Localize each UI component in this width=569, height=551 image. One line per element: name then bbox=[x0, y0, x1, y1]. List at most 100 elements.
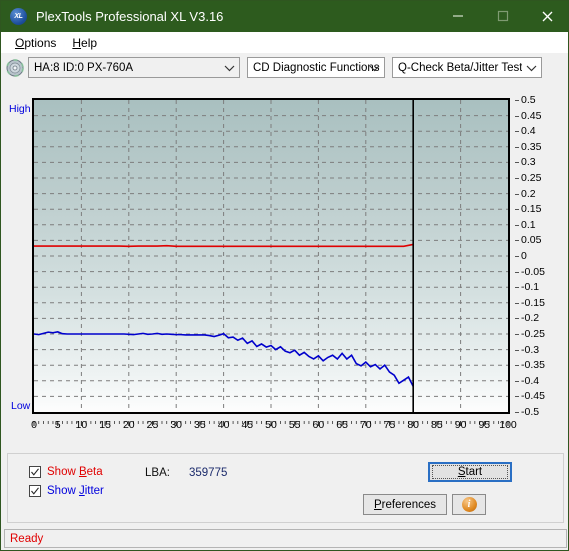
drive-select[interactable]: HA:8 ID:0 PX-760A bbox=[28, 57, 240, 78]
x-tick-label: 80 bbox=[407, 419, 420, 431]
y-tick-mark bbox=[515, 209, 519, 211]
start-button[interactable]: Start bbox=[428, 462, 512, 482]
y-tick-mark bbox=[515, 349, 519, 351]
y-tick-label: -0.5 bbox=[521, 406, 540, 418]
menu-item-options[interactable]: Options bbox=[7, 34, 64, 52]
x-tick-label: 5 bbox=[54, 419, 61, 431]
y-tick-label: 0.5 bbox=[521, 94, 536, 106]
y-tick-mark bbox=[515, 162, 519, 164]
y-tick-label: 0.2 bbox=[521, 187, 536, 200]
plot-area bbox=[32, 98, 510, 414]
controls-panel: Show Beta Show Jitter LBA: 359775 Start … bbox=[7, 453, 564, 523]
x-axis-labels: 0 5 10 15 20 25 30 35 40 45 50 55 60 65 70 75 80 85 90 95 10… bbox=[31, 419, 517, 435]
app-logo-icon: XL bbox=[10, 8, 27, 25]
preferences-button-label: Preferences bbox=[373, 498, 436, 511]
start-button-label: Start bbox=[432, 465, 508, 479]
y-tick-mark bbox=[515, 224, 519, 226]
x-tick-label: 40 bbox=[217, 419, 230, 431]
show-jitter-checkbox[interactable]: Show Jitter bbox=[29, 485, 104, 497]
info-button[interactable]: i bbox=[452, 494, 486, 515]
y-tick-mark bbox=[515, 412, 519, 413]
close-icon[interactable] bbox=[525, 1, 568, 31]
maximize-icon[interactable] bbox=[480, 1, 525, 31]
grid-lines bbox=[34, 100, 508, 412]
y-tick-mark bbox=[515, 365, 519, 367]
selector-toolbar: HA:8 ID:0 PX-760A CD Diagnostic Function… bbox=[1, 53, 568, 82]
x-tick-label: 50 bbox=[265, 419, 277, 431]
y-tick-label: 0.1 bbox=[521, 218, 536, 231]
y-tick-mark bbox=[515, 396, 519, 398]
axis-label-high: High bbox=[9, 103, 31, 115]
lba-value: 359775 bbox=[189, 467, 228, 479]
y-axis-labels: 0.5 0.45 0.4 0.35 0.3 0.25 0.2 0.15 0.1 0.05 0 -0.0… bbox=[515, 94, 563, 418]
show-beta-label: Show Beta bbox=[47, 466, 103, 478]
y-tick-mark bbox=[515, 100, 519, 101]
y-tick-mark bbox=[515, 178, 519, 179]
x-tick-label: 65 bbox=[336, 419, 348, 431]
y-tick-mark bbox=[515, 271, 519, 273]
y-tick-label: 0.15 bbox=[521, 203, 542, 216]
test-select[interactable]: Q-Check Beta/Jitter Test bbox=[392, 57, 542, 78]
menu-bar: Options Help bbox=[1, 32, 568, 53]
y-tick-label: 0.05 bbox=[521, 234, 542, 247]
menu-item-help-label: elp bbox=[81, 35, 98, 50]
y-tick-label: -0.15 bbox=[521, 296, 545, 309]
minimize-icon[interactable] bbox=[435, 1, 480, 31]
chevron-down-icon bbox=[224, 58, 235, 77]
y-tick-label: 0 bbox=[521, 250, 527, 262]
y-tick-mark bbox=[515, 131, 519, 133]
chart-panel: High Low 0.5 0.45 0.4 0.35 0.3 0.25 0.2 0.15 0.1… bbox=[7, 89, 564, 444]
y-tick-label: 0.3 bbox=[521, 156, 536, 169]
y-tick-label: 0.25 bbox=[521, 172, 542, 184]
drive-select-value: HA:8 ID:0 PX-760A bbox=[34, 61, 134, 74]
show-jitter-label: Show Jitter bbox=[47, 485, 104, 497]
y-tick-mark bbox=[515, 334, 519, 335]
checkbox-checked-icon[interactable] bbox=[29, 485, 41, 497]
checkbox-checked-icon[interactable] bbox=[29, 466, 41, 478]
y-tick-label: 0.4 bbox=[521, 125, 536, 138]
x-tick-label: 55 bbox=[288, 419, 301, 431]
window-controls bbox=[435, 1, 568, 31]
y-tick-mark bbox=[515, 240, 519, 242]
y-tick-label: -0.25 bbox=[521, 328, 545, 340]
show-beta-checkbox[interactable]: Show Beta bbox=[29, 466, 103, 478]
y-tick-mark bbox=[515, 256, 519, 257]
function-select-value: CD Diagnostic Functions bbox=[253, 61, 380, 74]
y-tick-label: 0.35 bbox=[521, 140, 542, 153]
function-select[interactable]: CD Diagnostic Functions bbox=[247, 57, 385, 78]
y-tick-mark bbox=[515, 146, 519, 148]
window-title: PlexTools Professional XL V3.16 bbox=[36, 9, 224, 24]
y-tick-mark bbox=[515, 380, 519, 382]
y-tick-mark bbox=[515, 287, 519, 289]
chevron-down-icon bbox=[369, 58, 380, 77]
y-tick-label: -0.3 bbox=[521, 343, 540, 356]
y-tick-label: 0.45 bbox=[521, 109, 542, 122]
x-tick-label: 70 bbox=[359, 419, 372, 431]
y-tick-label: -0.4 bbox=[521, 374, 540, 387]
y-tick-mark bbox=[515, 193, 519, 195]
x-tick-label: 10 bbox=[75, 419, 88, 431]
y-tick-label: -0.1 bbox=[521, 281, 540, 294]
preferences-button[interactable]: Preferences bbox=[363, 494, 447, 515]
x-tick-label: 0 bbox=[31, 419, 37, 431]
status-bar: Ready bbox=[4, 529, 567, 548]
y-tick-mark bbox=[515, 318, 519, 320]
y-tick-label: -0.2 bbox=[521, 312, 540, 325]
x-tick-label: 30 bbox=[170, 419, 183, 431]
menu-item-options-label: ptions bbox=[24, 35, 57, 50]
info-icon: i bbox=[461, 497, 477, 512]
y-tick-label: -0.05 bbox=[521, 265, 545, 278]
x-tick-label: 25 bbox=[146, 419, 159, 431]
y-tick-label: -0.35 bbox=[521, 359, 545, 372]
x-tick-label: 85 bbox=[431, 419, 443, 431]
status-text: Ready bbox=[10, 532, 44, 545]
disc-icon bbox=[6, 58, 24, 77]
x-tick-label: 35 bbox=[194, 419, 206, 431]
x-tick-label: 15 bbox=[99, 419, 111, 431]
x-tick-label: 95 bbox=[478, 419, 491, 431]
x-tick-label: 90 bbox=[454, 419, 467, 431]
x-tick-label: 60 bbox=[312, 419, 325, 431]
chevron-down-icon bbox=[526, 58, 537, 77]
menu-item-help[interactable]: Help bbox=[64, 34, 105, 52]
y-tick-mark bbox=[515, 302, 519, 304]
